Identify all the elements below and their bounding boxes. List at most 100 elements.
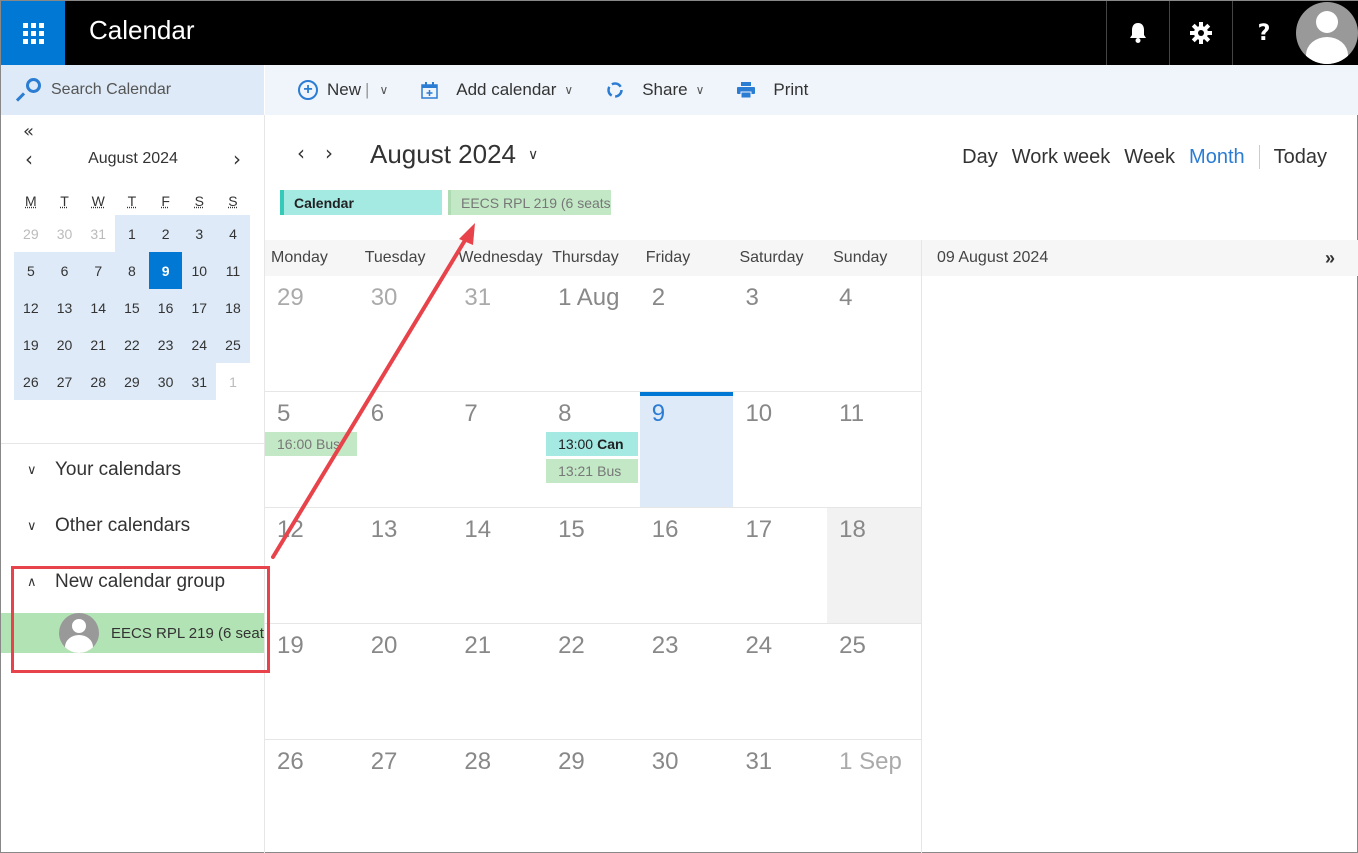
share-button[interactable]: Share ∨ <box>606 80 704 100</box>
mini-day[interactable]: 29 <box>115 363 149 400</box>
event-busy[interactable]: 13:21 Bus <box>546 459 639 483</box>
settings-button[interactable] <box>1169 1 1232 65</box>
day-cell[interactable]: 25 <box>827 624 921 739</box>
event-busy[interactable]: 16:00 Bus <box>265 432 357 456</box>
your-calendars-group[interactable]: ∨ Your calendars <box>27 459 181 481</box>
day-cell[interactable]: 17 <box>733 508 827 623</box>
mini-day[interactable]: 1 <box>216 363 250 400</box>
mini-day[interactable]: 26 <box>14 363 48 400</box>
mini-day[interactable]: 30 <box>48 215 82 252</box>
next-month-button[interactable]: › <box>225 147 249 171</box>
notifications-button[interactable] <box>1106 1 1169 65</box>
day-cell[interactable]: 11 <box>827 392 921 507</box>
mini-day[interactable]: 4 <box>216 215 250 252</box>
expand-pane-button[interactable]: » <box>1325 248 1335 269</box>
app-launcher-button[interactable] <box>1 1 65 65</box>
mini-day[interactable]: 22 <box>115 326 149 363</box>
day-cell[interactable]: 28 <box>452 740 546 853</box>
mini-day[interactable]: 16 <box>148 289 183 326</box>
day-cell[interactable]: 4 <box>827 276 921 391</box>
day-cell[interactable]: 10 <box>733 392 827 507</box>
calendar-chip-calendar[interactable]: Calendar <box>280 190 442 215</box>
day-cell[interactable]: 2 <box>640 276 734 391</box>
day-cell[interactable]: 1 Aug <box>546 276 640 391</box>
mini-day[interactable]: 11 <box>216 252 250 289</box>
new-button[interactable]: + New | ∨ <box>298 80 388 100</box>
day-cell[interactable]: 27 <box>359 740 453 853</box>
mini-day[interactable]: 27 <box>47 363 82 400</box>
day-cell[interactable]: 14 <box>452 508 546 623</box>
day-cell[interactable]: 26 <box>265 740 359 853</box>
search-box[interactable] <box>1 65 264 115</box>
prev-month-button[interactable]: ‹ <box>17 147 41 171</box>
mini-day[interactable]: 5 <box>14 252 48 289</box>
view-day[interactable]: Day <box>962 146 998 169</box>
mini-day[interactable]: 1 <box>115 215 149 252</box>
day-cell[interactable]: 30 <box>640 740 734 853</box>
month-title-picker[interactable]: August 2024 ∨ <box>370 139 538 170</box>
mini-day-selected[interactable]: 9 <box>148 252 183 289</box>
mini-day[interactable]: 25 <box>216 326 250 363</box>
day-cell[interactable]: 31 <box>452 276 546 391</box>
day-cell[interactable]: 30 <box>359 276 453 391</box>
today-button[interactable]: Today <box>1274 146 1327 169</box>
mini-day[interactable]: 29 <box>14 215 48 252</box>
mini-day[interactable]: 24 <box>182 326 217 363</box>
mini-day[interactable]: 13 <box>47 289 82 326</box>
mini-day[interactable]: 7 <box>81 252 116 289</box>
mini-day[interactable]: 30 <box>148 363 183 400</box>
mini-day[interactable]: 19 <box>14 326 48 363</box>
day-cell[interactable]: 5 16:00 Bus <box>265 392 359 507</box>
day-cell[interactable]: 8 13:00 Can 13:21 Bus <box>546 392 640 507</box>
next-month-button[interactable]: › <box>325 141 333 165</box>
account-button[interactable] <box>1295 1 1358 65</box>
event-calendar[interactable]: 13:00 Can <box>546 432 639 456</box>
mini-day[interactable]: 17 <box>182 289 217 326</box>
mini-day[interactable]: 18 <box>216 289 250 326</box>
mini-day[interactable]: 3 <box>182 215 217 252</box>
day-cell[interactable]: 15 <box>546 508 640 623</box>
search-input[interactable] <box>51 81 251 99</box>
day-cell[interactable]: 29 <box>265 276 359 391</box>
day-cell[interactable]: 13 <box>359 508 453 623</box>
mini-day[interactable]: 31 <box>182 363 217 400</box>
day-cell[interactable]: 20 <box>359 624 453 739</box>
day-cell[interactable]: 29 <box>546 740 640 853</box>
mini-day[interactable]: 8 <box>115 252 149 289</box>
day-cell[interactable]: 12 <box>265 508 359 623</box>
day-cell[interactable]: 24 <box>733 624 827 739</box>
day-cell[interactable]: 31 <box>733 740 827 853</box>
day-cell[interactable]: 3 <box>733 276 827 391</box>
mini-day[interactable]: 28 <box>81 363 116 400</box>
mini-day[interactable]: 20 <box>47 326 82 363</box>
day-cell[interactable]: 22 <box>546 624 640 739</box>
day-cell-today[interactable]: 9 <box>639 392 734 507</box>
view-work-week[interactable]: Work week <box>1012 146 1111 169</box>
add-calendar-button[interactable]: Add calendar ∨ <box>421 80 573 100</box>
view-month[interactable]: Month <box>1189 146 1245 169</box>
mini-day[interactable]: 2 <box>148 215 183 252</box>
mini-day[interactable]: 14 <box>81 289 116 326</box>
chevron-down-icon[interactable]: ∨ <box>379 83 388 97</box>
mini-day[interactable]: 21 <box>81 326 116 363</box>
prev-month-button[interactable]: ‹ <box>297 141 305 165</box>
day-cell[interactable]: 6 <box>359 392 453 507</box>
day-cell[interactable]: 7 <box>452 392 546 507</box>
day-cell[interactable]: 19 <box>265 624 359 739</box>
print-button[interactable]: Print <box>737 80 808 100</box>
day-cell[interactable]: 18 <box>827 508 921 623</box>
day-cell[interactable]: 21 <box>452 624 546 739</box>
mini-day[interactable]: 6 <box>47 252 82 289</box>
collapse-pane-button[interactable]: « <box>23 121 34 142</box>
mini-day[interactable]: 23 <box>148 326 183 363</box>
mini-day[interactable]: 31 <box>81 215 115 252</box>
help-button[interactable]: ? <box>1232 1 1295 65</box>
day-cell[interactable]: 1 Sep <box>827 740 921 853</box>
day-cell[interactable]: 16 <box>640 508 734 623</box>
mini-day[interactable]: 12 <box>14 289 48 326</box>
mini-day[interactable]: 10 <box>182 252 217 289</box>
other-calendars-group[interactable]: ∨ Other calendars <box>27 515 190 537</box>
view-week[interactable]: Week <box>1124 146 1175 169</box>
mini-day[interactable]: 15 <box>115 289 149 326</box>
day-cell[interactable]: 23 <box>640 624 734 739</box>
